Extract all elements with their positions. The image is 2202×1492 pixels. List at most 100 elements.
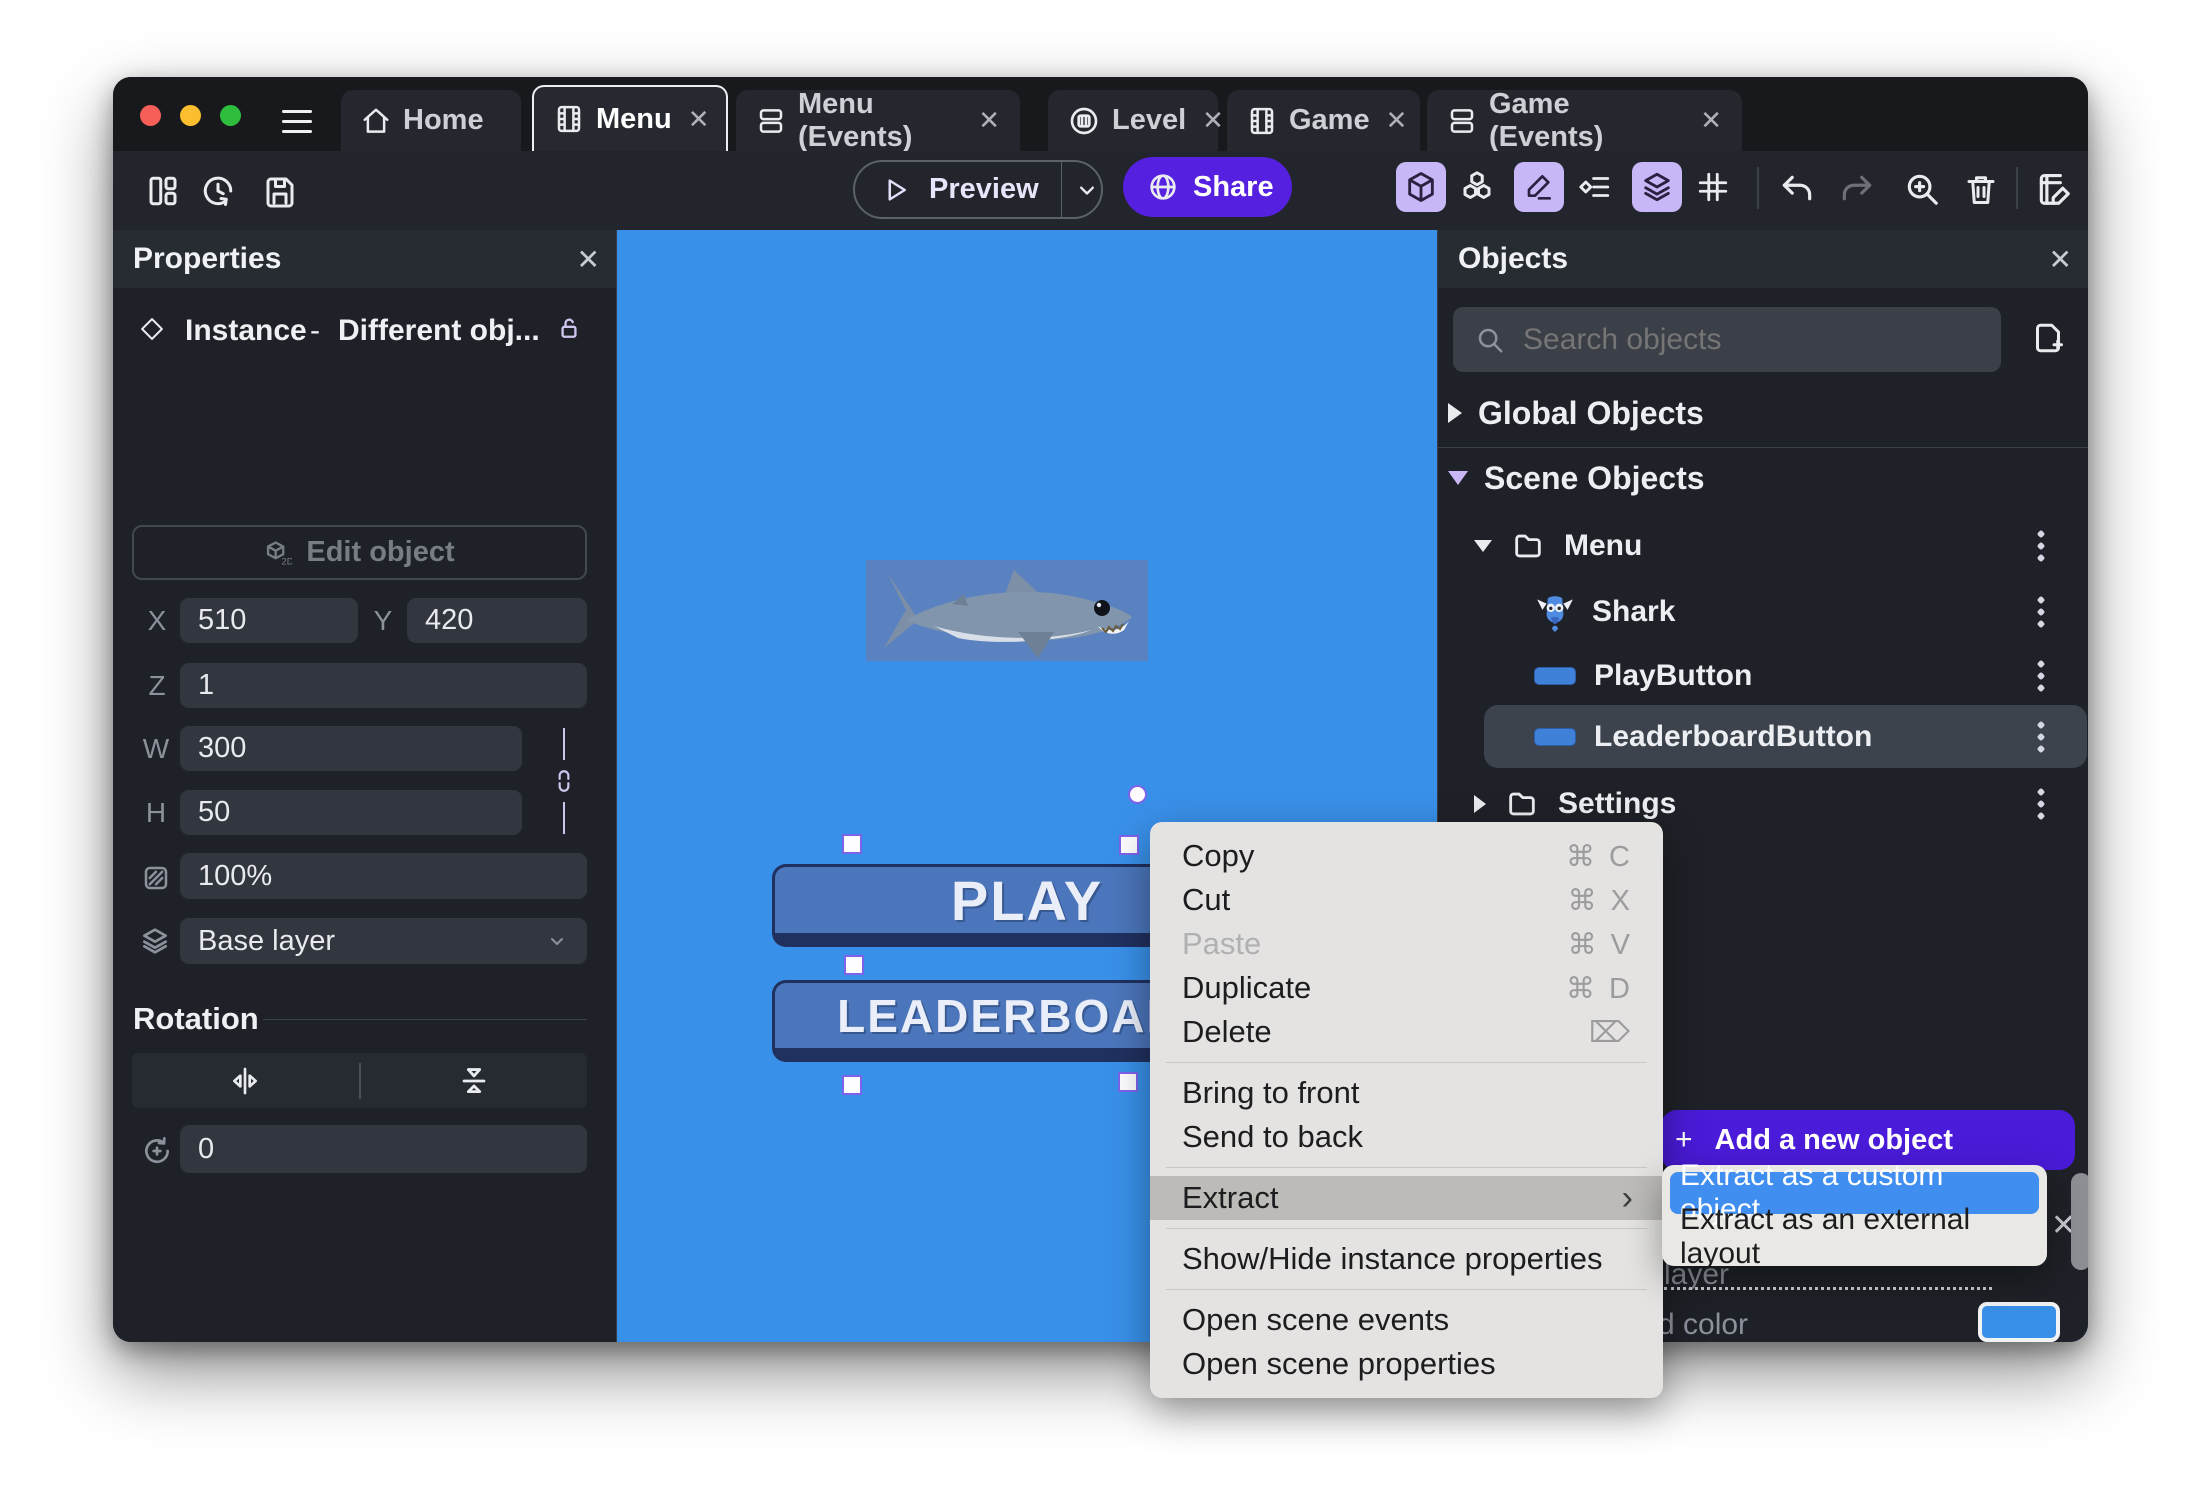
- kebab-menu-icon[interactable]: [2036, 659, 2046, 693]
- menu-item-copy[interactable]: Copy ⌘ C: [1150, 834, 1663, 878]
- selection-handle[interactable]: [1119, 835, 1139, 855]
- instance-diamond-icon: [140, 317, 164, 341]
- tab-game-events[interactable]: Game (Events) ✕: [1427, 88, 1742, 153]
- background-color-swatch[interactable]: [1978, 1302, 2060, 1342]
- wh-link-icon[interactable]: [551, 767, 577, 795]
- menu-item-bring-to-front[interactable]: Bring to front: [1150, 1071, 1663, 1115]
- z-field[interactable]: 1: [180, 663, 587, 708]
- y-field[interactable]: 420: [407, 598, 587, 643]
- panels-layout-icon[interactable]: [145, 173, 181, 209]
- tree-row-leaderboardbutton[interactable]: LeaderboardButton: [1534, 715, 2074, 759]
- share-button[interactable]: Share: [1123, 157, 1292, 217]
- layer-select[interactable]: Base layer: [180, 918, 587, 964]
- scene-properties-edit-icon[interactable]: [2034, 170, 2074, 208]
- instance-type-label: Instance: [185, 314, 307, 347]
- chevron-down-icon[interactable]: [1073, 176, 1101, 204]
- share-label: Share: [1193, 170, 1274, 203]
- x-field[interactable]: 510: [180, 598, 358, 643]
- objects-tool-icon[interactable]: [1452, 162, 1502, 212]
- menu-item-open-scene-events[interactable]: Open scene events: [1150, 1298, 1663, 1342]
- x-label: X: [147, 604, 167, 636]
- lock-open-icon[interactable]: [555, 314, 583, 342]
- scene-icon: [1247, 105, 1277, 137]
- h-field[interactable]: 50: [180, 790, 522, 835]
- objects-panel-header: Objects ✕: [1438, 230, 2088, 288]
- delete-key-icon: ⌦: [1588, 1016, 1633, 1049]
- menu-item-cut[interactable]: Cut ⌘ X: [1150, 878, 1663, 922]
- kebab-menu-icon[interactable]: [2036, 787, 2046, 821]
- selection-handle[interactable]: [1118, 1072, 1138, 1092]
- add-new-object-label: Add a new object: [1714, 1123, 1954, 1156]
- traffic-zoom-button[interactable]: [220, 105, 241, 126]
- close-icon[interactable]: ✕: [577, 243, 600, 276]
- shark-sprite[interactable]: [866, 560, 1148, 661]
- menu-item-duplicate[interactable]: Duplicate ⌘ D: [1150, 966, 1663, 1010]
- tab-menu[interactable]: Menu ✕: [532, 85, 728, 151]
- menu-item-extract[interactable]: Extract ›: [1150, 1176, 1663, 1220]
- w-field[interactable]: 300: [180, 726, 522, 771]
- layers-tool-icon[interactable]: [1632, 162, 1682, 212]
- flip-horizontal-button[interactable]: [132, 1065, 359, 1097]
- submenu-item-extract-external-layout[interactable]: Extract as an external layout: [1670, 1203, 2039, 1270]
- kebab-menu-icon[interactable]: [2036, 595, 2046, 629]
- redo-icon[interactable]: [1837, 171, 1877, 209]
- tab-home[interactable]: Home: [341, 90, 521, 151]
- selection-handle[interactable]: [842, 1075, 862, 1095]
- save-icon[interactable]: [262, 173, 298, 209]
- search-input[interactable]: [1521, 321, 1965, 358]
- traffic-minimize-button[interactable]: [180, 105, 201, 126]
- close-icon[interactable]: ✕: [1700, 105, 1722, 136]
- opacity-field[interactable]: 100%: [180, 853, 587, 899]
- shortcut-label: ⌘ C: [1566, 840, 1633, 873]
- h-label: H: [145, 796, 167, 828]
- menu-item-open-scene-properties[interactable]: Open scene properties: [1150, 1342, 1663, 1386]
- scrollbar-thumb[interactable]: [2071, 1173, 2088, 1270]
- grid-tool-icon[interactable]: [1688, 162, 1738, 212]
- tree-row-menu-folder[interactable]: Menu: [1474, 524, 2074, 568]
- edit-object-button[interactable]: 2D Edit object: [132, 525, 587, 580]
- rotation-field[interactable]: 0: [180, 1125, 587, 1173]
- edit-object-label: Edit object: [306, 536, 455, 568]
- menu-item-show-hide-instance-properties[interactable]: Show/Hide instance properties: [1150, 1237, 1663, 1281]
- rotation-angle-icon: [141, 1135, 173, 1167]
- close-icon[interactable]: ✕: [688, 104, 710, 135]
- undo-icon[interactable]: [1777, 171, 1817, 209]
- menu-item-send-to-back[interactable]: Send to back: [1150, 1115, 1663, 1159]
- instances-list-icon[interactable]: [1570, 162, 1620, 212]
- selection-handle[interactable]: [844, 955, 864, 975]
- kebab-menu-icon[interactable]: [2036, 720, 2046, 754]
- kebab-menu-icon[interactable]: [2036, 529, 2046, 563]
- preview-button[interactable]: Preview: [853, 160, 1103, 219]
- tab-bar: Home Menu ✕ Menu (Events) ✕ Level ✕ Game…: [113, 77, 2088, 153]
- flip-vertical-button[interactable]: [361, 1064, 588, 1098]
- edit-tool-icon[interactable]: [1514, 162, 1564, 212]
- chevron-right-icon: [1448, 403, 1462, 423]
- objects-title: Objects: [1458, 242, 1569, 275]
- close-icon[interactable]: ✕: [978, 105, 1000, 136]
- scene-objects-header[interactable]: Scene Objects: [1448, 457, 2078, 499]
- tree-row-label: Shark: [1592, 595, 1676, 628]
- instance-dash: -: [310, 314, 320, 347]
- selection-handle[interactable]: [842, 834, 862, 854]
- add-folder-icon[interactable]: [2030, 318, 2066, 358]
- tab-game[interactable]: Game ✕: [1227, 90, 1420, 151]
- global-objects-header[interactable]: Global Objects: [1448, 392, 2078, 434]
- tab-menu-events[interactable]: Menu (Events) ✕: [736, 88, 1020, 153]
- close-icon[interactable]: ✕: [1202, 105, 1224, 136]
- 3d-box-tool-icon[interactable]: [1396, 162, 1446, 212]
- close-icon[interactable]: ✕: [1386, 105, 1408, 136]
- rotate-handle[interactable]: [1128, 785, 1147, 804]
- shortcut-label: ⌘ V: [1567, 928, 1633, 961]
- hamburger-menu-icon[interactable]: [282, 110, 312, 134]
- search-objects-box[interactable]: [1453, 307, 2001, 372]
- zoom-in-icon[interactable]: [1903, 170, 1941, 208]
- close-icon[interactable]: ✕: [2049, 243, 2072, 276]
- tree-row-playbutton[interactable]: PlayButton: [1534, 654, 2074, 698]
- history-icon[interactable]: [199, 173, 237, 209]
- traffic-close-button[interactable]: [140, 105, 161, 126]
- menu-item-delete[interactable]: Delete ⌦: [1150, 1010, 1663, 1054]
- tab-level[interactable]: Level ✕: [1048, 90, 1224, 151]
- trash-icon[interactable]: [1963, 170, 1999, 208]
- tree-row-settings-folder[interactable]: Settings: [1474, 782, 2074, 826]
- tree-row-shark[interactable]: Shark: [1534, 588, 2074, 636]
